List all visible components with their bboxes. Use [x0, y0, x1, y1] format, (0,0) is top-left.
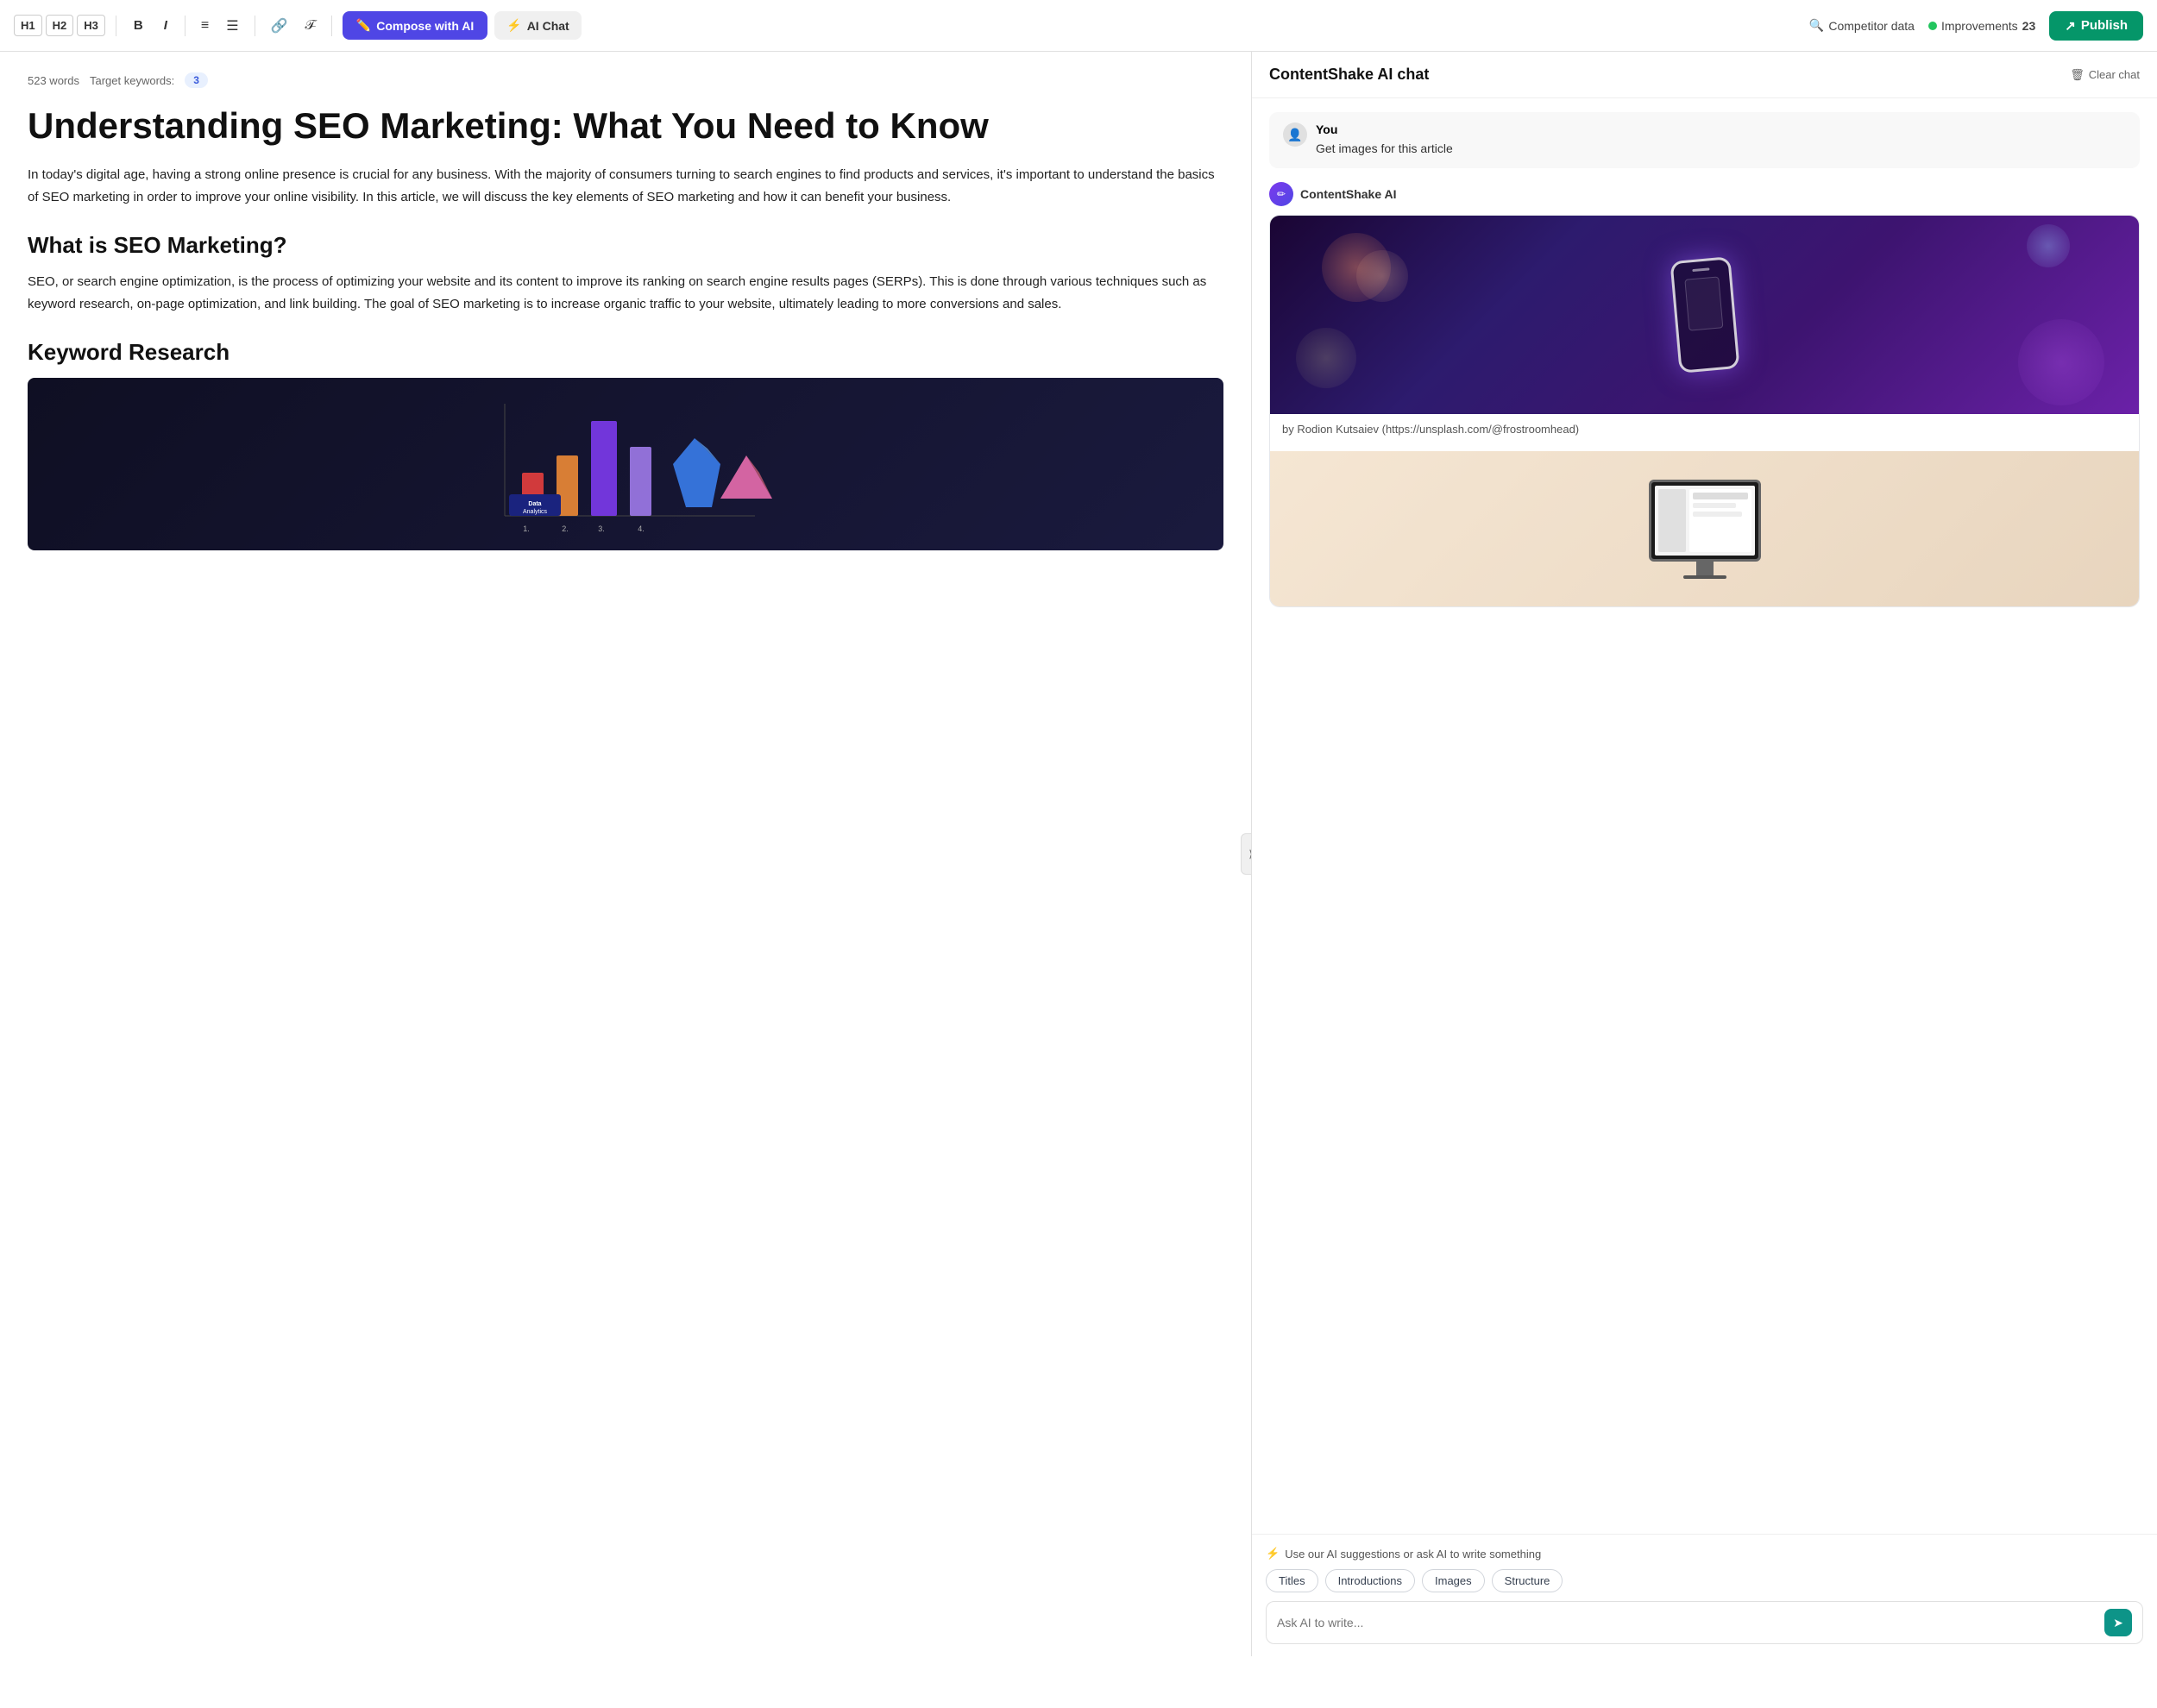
ai-name: ContentShake AI — [1300, 187, 1397, 201]
ai-chat-label: AI Chat — [527, 19, 569, 33]
chat-input-area: ⚡ Use our AI suggestions or ask AI to wr… — [1252, 1534, 2157, 1656]
editor-panel: 523 words Target keywords: 3 Understandi… — [0, 52, 1251, 1656]
competitor-label: Competitor data — [1828, 19, 1915, 33]
chat-messages: 👤 You Get images for this article ✏ Cont… — [1252, 98, 2157, 1534]
user-name: You — [1316, 122, 1453, 136]
keyword-label: Target keywords: — [90, 74, 174, 87]
link-button[interactable]: 🔗 — [266, 14, 293, 38]
svg-text:2.: 2. — [562, 524, 569, 533]
article-para-1[interactable]: SEO, or search engine optimization, is t… — [28, 271, 1223, 315]
ai-icon: ✏ — [1277, 188, 1286, 200]
publish-button[interactable]: ↗ Publish — [2049, 11, 2143, 41]
publish-label: Publish — [2081, 18, 2128, 33]
svg-text:3.: 3. — [598, 524, 605, 533]
article-h2-1[interactable]: What is SEO Marketing? — [28, 232, 1223, 259]
keyword-badge[interactable]: 3 — [185, 72, 208, 88]
svg-text:Data: Data — [528, 501, 541, 507]
ordered-list-button[interactable]: ≡ — [196, 15, 214, 37]
user-message-content: You Get images for this article — [1316, 122, 1453, 158]
svg-text:1.: 1. — [523, 524, 530, 533]
h2-button[interactable]: H2 — [46, 15, 74, 36]
article-intro[interactable]: In today's digital age, having a strong … — [28, 164, 1223, 208]
divider-2 — [185, 16, 186, 36]
send-button[interactable]: ➤ — [2104, 1609, 2132, 1636]
collapse-panel-button[interactable]: ⟩⟩ — [1241, 833, 1251, 875]
publish-icon: ↗ — [2065, 18, 2076, 34]
bold-button[interactable]: B — [127, 15, 150, 36]
italic-button[interactable]: I — [157, 15, 174, 36]
chip-titles[interactable]: Titles — [1266, 1569, 1318, 1592]
article-h2-keyword[interactable]: Keyword Research — [28, 339, 1223, 366]
user-avatar: 👤 — [1283, 122, 1307, 147]
svg-text:4.: 4. — [638, 524, 645, 533]
chip-introductions[interactable]: Introductions — [1325, 1569, 1415, 1592]
divider-4 — [331, 16, 332, 36]
clear-icon: 🗑 — [2070, 68, 2085, 82]
word-count: 523 words — [28, 74, 79, 87]
compose-icon: ✏️ — [356, 18, 371, 33]
suggestion-icon: ⚡ — [1266, 1547, 1280, 1560]
ai-image-1 — [1270, 216, 2139, 414]
chip-structure[interactable]: Structure — [1492, 1569, 1563, 1592]
user-message: 👤 You Get images for this article — [1269, 112, 2140, 168]
send-icon: ➤ — [2113, 1616, 2123, 1630]
chart-svg: 1. 2. 3. 4. Data Analytics — [453, 386, 798, 542]
toolbar: H1 H2 H3 B I ≡ ☰ 🔗 𝒯̶ ✏️ Compose with AI… — [0, 0, 2157, 52]
compose-ai-button[interactable]: ✏️ Compose with AI — [343, 11, 487, 40]
chat-header: ContentShake AI chat 🗑 Clear chat — [1252, 52, 2157, 98]
chat-panel: ContentShake AI chat 🗑 Clear chat 👤 You … — [1251, 52, 2157, 1656]
clear-format-button[interactable]: 𝒯̶ — [300, 15, 321, 37]
data-analytics-image: 1. 2. 3. 4. Data Analytics — [28, 378, 1223, 550]
chat-title: ContentShake AI chat — [1269, 66, 1429, 84]
compose-label: Compose with AI — [376, 19, 474, 33]
ai-chat-button[interactable]: ⚡ AI Chat — [494, 11, 581, 40]
ai-suggestion-label: ⚡ Use our AI suggestions or ask AI to wr… — [1266, 1547, 2143, 1560]
image-caption-1: by Rodion Kutsaiev (https://unsplash.com… — [1270, 414, 2139, 444]
main-layout: 523 words Target keywords: 3 Understandi… — [0, 52, 2157, 1656]
clear-chat-label: Clear chat — [2089, 68, 2140, 81]
improvements-dot — [1928, 22, 1937, 30]
ai-avatar: ✏ — [1269, 182, 1293, 206]
improvements-button[interactable]: Improvements 23 — [1928, 19, 2035, 33]
clear-chat-button[interactable]: 🗑 Clear chat — [2070, 68, 2140, 82]
suggestion-text: Use our AI suggestions or ask AI to writ… — [1285, 1548, 1541, 1560]
ai-image-2 — [1270, 451, 2139, 606]
chat-input-row: ➤ — [1266, 1601, 2143, 1644]
toolbar-right: 🔍 Competitor data Improvements 23 ↗ Publ… — [1809, 11, 2143, 41]
svg-text:Analytics: Analytics — [523, 509, 548, 515]
ai-msg-header: ✏ ContentShake AI — [1269, 182, 2140, 206]
unordered-list-button[interactable]: ☰ — [221, 14, 243, 38]
h3-button[interactable]: H3 — [77, 15, 105, 36]
suggestion-chips: Titles Introductions Images Structure — [1266, 1569, 2143, 1592]
competitor-data-button[interactable]: 🔍 Competitor data — [1809, 18, 1915, 33]
heading-buttons: H1 H2 H3 — [14, 15, 105, 36]
improvements-label: Improvements — [1941, 19, 2018, 33]
user-icon: 👤 — [1287, 128, 1302, 142]
h1-button[interactable]: H1 — [14, 15, 42, 36]
word-count-bar: 523 words Target keywords: 3 — [28, 72, 1223, 88]
article-title[interactable]: Understanding SEO Marketing: What You Ne… — [28, 105, 1223, 147]
chat-input[interactable] — [1277, 1616, 2097, 1630]
ai-response-card: by Rodion Kutsaiev (https://unsplash.com… — [1269, 215, 2140, 607]
user-message-text: Get images for this article — [1316, 140, 1453, 158]
search-icon: 🔍 — [1809, 18, 1824, 33]
ai-chat-icon: ⚡ — [506, 18, 521, 33]
chip-images[interactable]: Images — [1422, 1569, 1485, 1592]
improvements-count: 23 — [2022, 19, 2036, 33]
ai-message: ✏ ContentShake AI — [1269, 182, 2140, 607]
